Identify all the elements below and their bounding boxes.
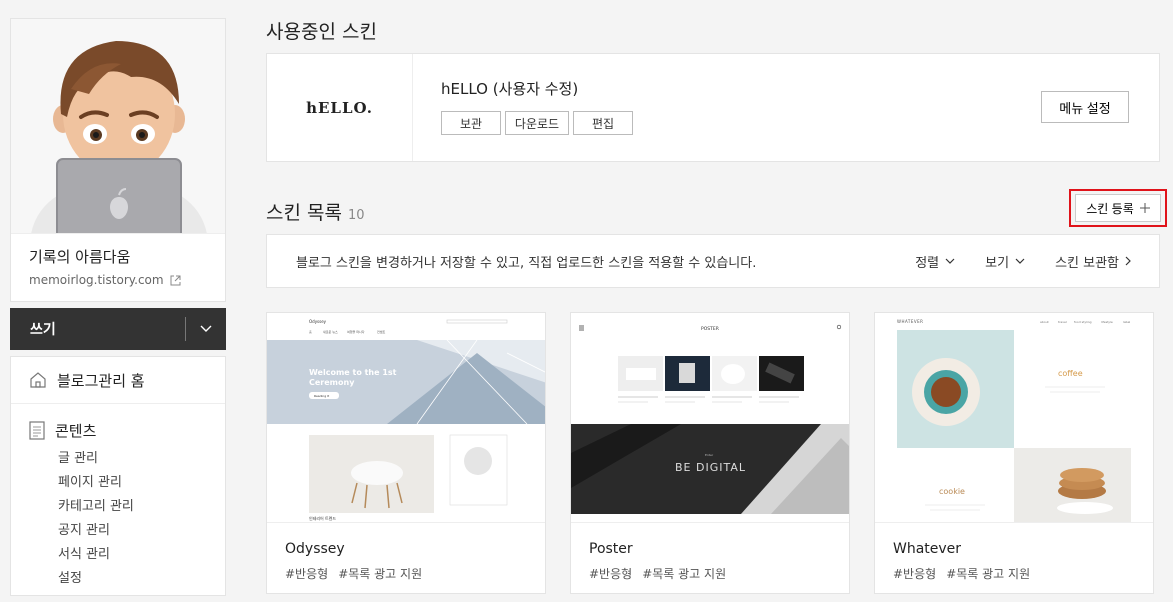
- skin-card-tag: #목록 광고 지원: [642, 567, 727, 581]
- chevron-right-icon: [1125, 256, 1131, 266]
- blog-name[interactable]: 기록의 아름다움: [29, 246, 207, 267]
- blog-url-text: memoirlog.tistory.com: [29, 273, 164, 287]
- whatever-word-coffee: coffee: [1058, 369, 1083, 378]
- submenu-template-manage[interactable]: 서식 관리: [58, 543, 207, 567]
- sidebar: 기록의 아름다움 memoirlog.tistory.com 쓰기 블로그관리 …: [10, 18, 226, 596]
- whatever-nav-2: travel: [1058, 320, 1067, 324]
- odyssey-hero-line2: Ceremony: [309, 378, 355, 387]
- write-button[interactable]: 쓰기: [10, 319, 185, 339]
- submenu-page-manage[interactable]: 페이지 관리: [58, 471, 207, 495]
- odyssey-hero-line1: Welcome to the 1st: [309, 368, 397, 377]
- menu-blog-home-label: 블로그관리 홈: [57, 371, 145, 390]
- register-highlight: 스킨 등록: [1069, 189, 1167, 227]
- whatever-nav-4: lifestyle: [1101, 320, 1113, 324]
- home-icon: [30, 372, 46, 388]
- odyssey-nav-3: 여행을 떠나다: [347, 329, 365, 334]
- contents-submenu: 글 관리 페이지 관리 카테고리 관리 공지 관리 서식 관리 설정: [29, 447, 207, 591]
- write-bar: 쓰기: [10, 308, 226, 350]
- skin-card-title: Poster: [589, 541, 633, 557]
- menu-contents[interactable]: 콘텐츠: [29, 420, 207, 441]
- keep-button[interactable]: 보관: [441, 111, 501, 135]
- poster-banner-small: Enter: [705, 453, 714, 457]
- skin-storage-label: 스킨 보관함: [1055, 255, 1119, 271]
- download-button[interactable]: 다운로드: [505, 111, 569, 135]
- skin-card-title: Whatever: [893, 541, 962, 557]
- sort-label: 정렬: [915, 255, 940, 271]
- plus-icon: [1139, 203, 1150, 213]
- whatever-word-cookie: cookie: [939, 487, 965, 496]
- admin-menu: 블로그관리 홈 콘텐츠 글 관리 페이지 관리 카테고리 관리 공지 관리 서식…: [10, 356, 226, 596]
- skin-cards: Odyssey 홈 새로운 뉴스 여행을 떠나다 컨셉트 Welcome to …: [266, 312, 1154, 594]
- menu-contents-label: 콘텐츠: [55, 422, 97, 440]
- skin-list-count: 10: [347, 208, 365, 223]
- odyssey-sub-label: 인테리어 트렌드: [309, 515, 336, 521]
- skin-card-title: Odyssey: [285, 541, 345, 557]
- chevron-down-icon: [200, 325, 212, 332]
- submenu-category-manage[interactable]: 카테고리 관리: [58, 495, 207, 519]
- skin-card-poster[interactable]: POSTER Enter BE DIGITAL Poster #반응형 #목록 …: [570, 312, 850, 594]
- odyssey-nav-1: 홈: [309, 329, 312, 334]
- skin-card-whatever[interactable]: WHATEVER about travel food styling lifes…: [874, 312, 1154, 594]
- sort-dropdown[interactable]: 정렬: [915, 252, 955, 271]
- poster-brand: POSTER: [701, 326, 719, 332]
- skin-storage-link[interactable]: 스킨 보관함: [1055, 252, 1131, 271]
- edit-button[interactable]: 편집: [573, 111, 633, 135]
- register-skin-button[interactable]: 스킨 등록: [1075, 194, 1161, 222]
- skin-card-tag: #반응형: [589, 567, 633, 581]
- skin-card-tag: #반응형: [285, 567, 329, 581]
- current-skin-title: 사용중인 스킨: [266, 21, 377, 43]
- view-dropdown[interactable]: 보기: [985, 252, 1025, 271]
- skin-card-tag: #목록 광고 지원: [338, 567, 423, 581]
- skin-info-bar: 블로그 스킨을 변경하거나 저장할 수 있고, 직접 업로드한 스킨을 적용할 …: [266, 234, 1160, 288]
- avatar[interactable]: [11, 19, 225, 234]
- odyssey-hero-button: Reading It: [314, 394, 330, 398]
- skin-thumbnail-poster[interactable]: POSTER Enter BE DIGITAL: [571, 313, 849, 523]
- submenu-post-manage[interactable]: 글 관리: [58, 447, 207, 471]
- profile-card: 기록의 아름다움 memoirlog.tistory.com: [10, 18, 226, 302]
- poster-banner-text: BE DIGITAL: [675, 461, 746, 474]
- odyssey-nav-2: 새로운 뉴스: [323, 329, 338, 334]
- external-link-icon: [170, 275, 181, 285]
- register-skin-label: 스킨 등록: [1086, 201, 1134, 216]
- whatever-nav-1: about: [1040, 320, 1049, 324]
- whatever-nav-3: food styling: [1074, 320, 1092, 324]
- current-skin-panel: hELLO. hELLO (사용자 수정) 보관 다운로드 편집 메뉴 설정: [266, 53, 1160, 162]
- skin-list-header: 스킨 목록 10: [266, 198, 365, 225]
- chevron-down-icon: [945, 258, 955, 264]
- whatever-nav-5: label: [1123, 320, 1130, 324]
- write-dropdown-button[interactable]: [186, 308, 226, 350]
- skin-thumbnail-whatever[interactable]: WHATEVER about travel food styling lifes…: [875, 313, 1153, 523]
- menu-settings-button[interactable]: 메뉴 설정: [1041, 91, 1129, 123]
- submenu-settings[interactable]: 설정: [58, 567, 207, 591]
- skin-info-text: 블로그 스킨을 변경하거나 저장할 수 있고, 직접 업로드한 스킨을 적용할 …: [296, 255, 757, 271]
- odyssey-brand: Odyssey: [309, 319, 327, 324]
- skin-card-tag: #반응형: [893, 567, 937, 581]
- current-skin-logo: hELLO.: [267, 54, 413, 161]
- skin-list-title: 스킨 목록: [266, 202, 342, 224]
- whatever-brand: WHATEVER: [897, 319, 923, 324]
- skin-card-tag: #목록 광고 지원: [946, 567, 1031, 581]
- skin-thumbnail-odyssey[interactable]: Odyssey 홈 새로운 뉴스 여행을 떠나다 컨셉트 Welcome to …: [267, 313, 545, 523]
- odyssey-nav-4: 컨셉트: [377, 329, 386, 334]
- document-icon: [29, 421, 45, 440]
- menu-blog-home[interactable]: 블로그관리 홈: [11, 357, 225, 404]
- chevron-down-icon: [1015, 258, 1025, 264]
- skin-card-odyssey[interactable]: Odyssey 홈 새로운 뉴스 여행을 떠나다 컨셉트 Welcome to …: [266, 312, 546, 594]
- view-label: 보기: [985, 255, 1010, 271]
- blog-url-link[interactable]: memoirlog.tistory.com: [29, 273, 207, 287]
- submenu-notice-manage[interactable]: 공지 관리: [58, 519, 207, 543]
